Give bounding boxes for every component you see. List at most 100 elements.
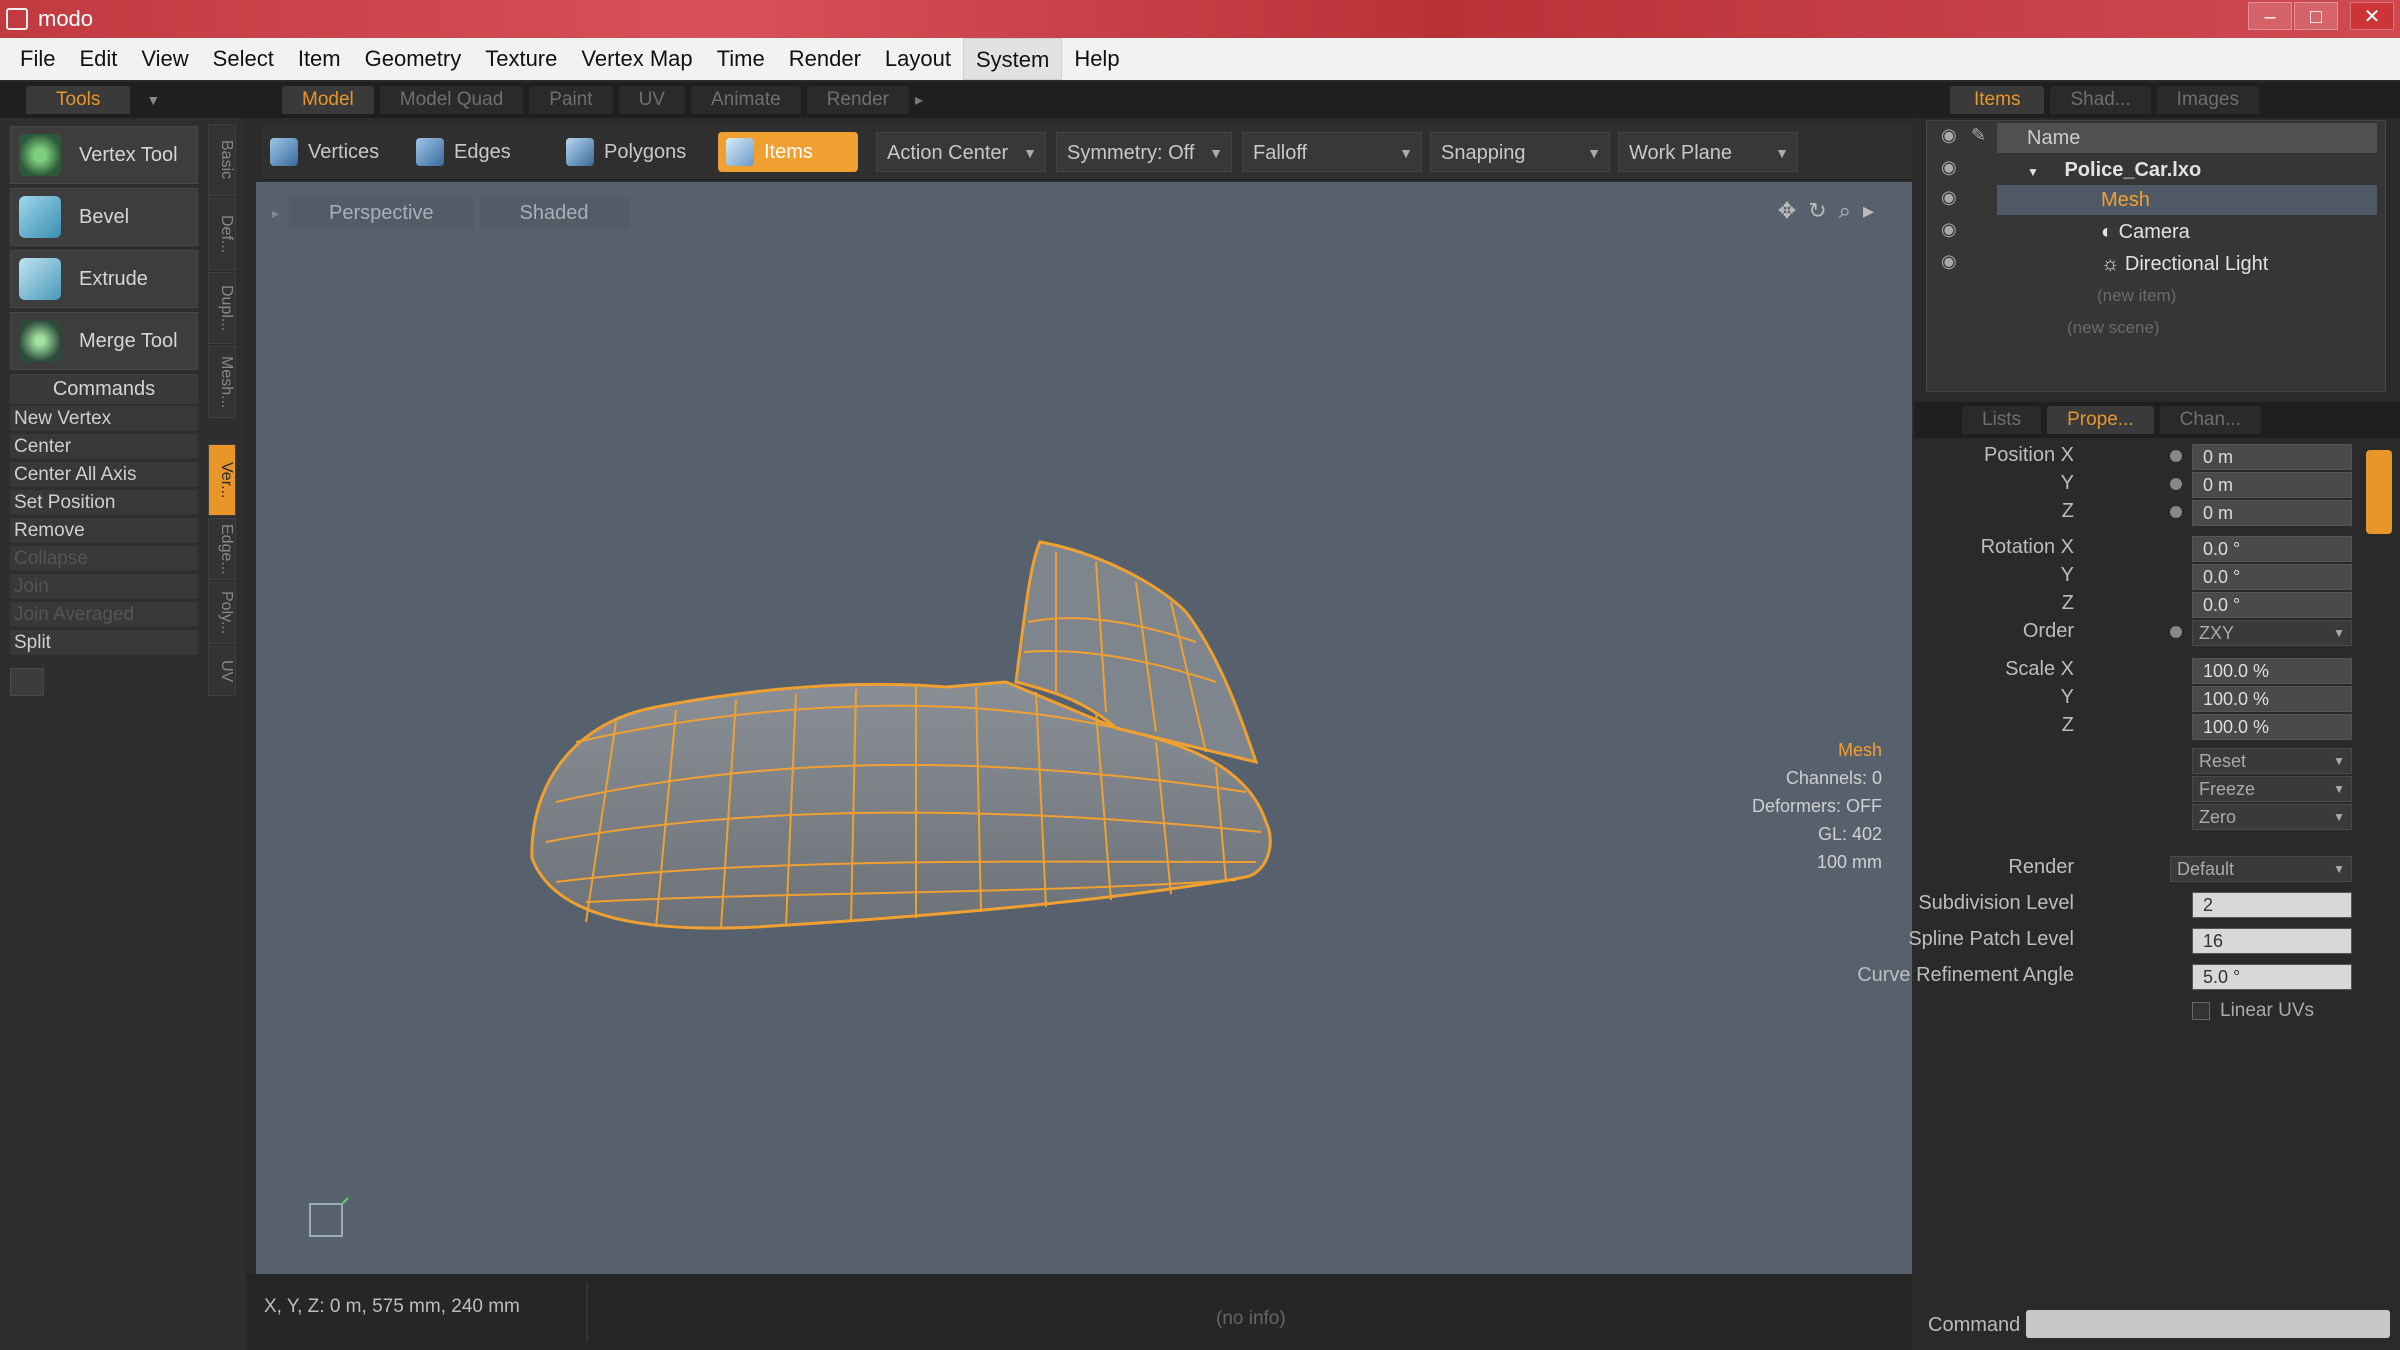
tab-items[interactable]: Items	[1950, 86, 2045, 114]
linear-uvs-checkbox[interactable]	[2192, 1002, 2210, 1020]
menu-vertex-map[interactable]: Vertex Map	[569, 38, 704, 80]
menu-help[interactable]: Help	[1062, 38, 1131, 80]
bevel-button[interactable]: Bevel	[10, 188, 198, 246]
3d-viewport[interactable]: ▸ Perspective Shaded ✥↻⌕▸ Mesh Channels:…	[256, 182, 1912, 1274]
cmd-remove[interactable]: Remove	[10, 518, 198, 544]
tab-tools[interactable]: Tools	[26, 86, 131, 114]
cmd-split[interactable]: Split	[10, 630, 198, 656]
camera-visibility-icon[interactable]: ◉	[1941, 219, 1957, 240]
side-tab-edge[interactable]: Edge...	[208, 518, 236, 580]
maximize-button[interactable]: □	[2294, 2, 2338, 30]
tab-animate[interactable]: Animate	[690, 86, 801, 114]
symmetry-dropdown[interactable]: Symmetry: Off ▼	[1056, 132, 1232, 172]
menu-layout[interactable]: Layout	[873, 38, 963, 80]
tree-new-scene[interactable]: (new scene)	[2067, 313, 2160, 343]
render-dropdown[interactable]: Default ▼	[2170, 856, 2352, 882]
tab-lists[interactable]: Lists	[1962, 406, 2042, 434]
tab-render[interactable]: Render	[806, 86, 910, 114]
name-column-header[interactable]: Name	[1997, 123, 2377, 153]
cmd-join[interactable]: Join	[10, 574, 198, 600]
cmd-collapse[interactable]: Collapse	[10, 546, 198, 572]
tree-new-item[interactable]: (new item)	[2097, 281, 2176, 311]
merge-tool-button[interactable]: Merge Tool	[10, 312, 198, 370]
cmd-center-all-axis[interactable]: Center All Axis	[10, 462, 198, 488]
menu-texture[interactable]: Texture	[473, 38, 569, 80]
freeze-dropdown[interactable]: Freeze ▼	[2192, 776, 2352, 802]
add-command-button[interactable]	[10, 668, 44, 696]
mesh-visibility-icon[interactable]: ◉	[1941, 187, 1957, 208]
cmd-center[interactable]: Center	[10, 434, 198, 460]
side-tab-uv[interactable]: UV	[208, 646, 236, 696]
rotation-x-field[interactable]: 0.0 °	[2192, 536, 2352, 562]
close-button[interactable]: ✕	[2350, 2, 2394, 30]
scale-z-field[interactable]: 100.0 %	[2192, 714, 2352, 740]
menu-system[interactable]: System	[962, 38, 1063, 80]
position-x-field[interactable]: 0 m	[2192, 444, 2352, 470]
tab-model-quad[interactable]: Model Quad	[379, 86, 524, 114]
reset-dropdown[interactable]: Reset ▼	[2192, 748, 2352, 774]
command-input[interactable]	[2026, 1310, 2390, 1338]
side-tab-polygon[interactable]: Poly...	[208, 582, 236, 644]
tree-item-scene[interactable]: ▼ Police_Car.lxo	[2027, 155, 2377, 185]
menu-render[interactable]: Render	[777, 38, 873, 80]
tree-item-camera[interactable]: ◐ Camera	[2101, 217, 2377, 247]
menu-item[interactable]: Item	[286, 38, 353, 80]
menu-time[interactable]: Time	[705, 38, 777, 80]
items-mode-button[interactable]: Items	[718, 132, 858, 172]
tree-item-light[interactable]: ☼ Directional Light	[2101, 249, 2377, 279]
curve-field[interactable]: 5.0 °	[2192, 964, 2352, 990]
tab-paint[interactable]: Paint	[529, 86, 613, 114]
extrude-button[interactable]: Extrude	[10, 250, 198, 308]
side-tab-mesh[interactable]: Mesh...	[208, 346, 236, 418]
tab-uv[interactable]: UV	[618, 86, 685, 114]
falloff-dropdown[interactable]: Falloff ▼	[1242, 132, 1422, 172]
add-tab-icon[interactable]: ▸	[915, 90, 923, 110]
menu-edit[interactable]: Edit	[67, 38, 129, 80]
cmd-join-averaged[interactable]: Join Averaged	[10, 602, 198, 628]
menu-select[interactable]: Select	[201, 38, 286, 80]
mesh-side-tab[interactable]	[2366, 450, 2392, 534]
tree-item-mesh[interactable]: Mesh	[1997, 185, 2377, 215]
menu-file[interactable]: File	[8, 38, 67, 80]
scale-x-field[interactable]: 100.0 %	[2192, 658, 2352, 684]
scale-y-field[interactable]: 100.0 %	[2192, 686, 2352, 712]
position-z-key-icon[interactable]	[2170, 506, 2182, 518]
position-z-field[interactable]: 0 m	[2192, 500, 2352, 526]
side-tab-duplicate[interactable]: Dupl...	[208, 272, 236, 344]
order-dropdown[interactable]: ZXY ▼	[2192, 620, 2352, 646]
subdivision-field[interactable]: 2	[2192, 892, 2352, 918]
tab-images[interactable]: Images	[2156, 86, 2259, 114]
rotation-y-field[interactable]: 0.0 °	[2192, 564, 2352, 590]
menu-view[interactable]: View	[129, 38, 200, 80]
cmd-set-position[interactable]: Set Position	[10, 490, 198, 516]
cmd-new-vertex[interactable]: New Vertex	[10, 406, 198, 432]
snapping-dropdown[interactable]: Snapping ▼	[1430, 132, 1610, 172]
zero-dropdown[interactable]: Zero ▼	[2192, 804, 2352, 830]
rotation-z-field[interactable]: 0.0 °	[2192, 592, 2352, 618]
position-y-key-icon[interactable]	[2170, 478, 2182, 490]
work-plane-dropdown[interactable]: Work Plane ▼	[1618, 132, 1798, 172]
minimize-button[interactable]: –	[2248, 2, 2292, 30]
menu-geometry[interactable]: Geometry	[353, 38, 474, 80]
vertices-mode-button[interactable]: Vertices	[262, 132, 398, 172]
side-tab-basic[interactable]: Basic	[208, 124, 236, 196]
polygons-mode-button[interactable]: Polygons	[558, 132, 708, 172]
side-tab-vertex[interactable]: Ver...	[208, 444, 236, 516]
light-visibility-icon[interactable]: ◉	[1941, 251, 1957, 272]
commands-header[interactable]: Commands	[10, 374, 198, 404]
chevron-down-icon[interactable]: ▼	[146, 92, 160, 108]
tab-model[interactable]: Model	[282, 86, 374, 114]
spline-field[interactable]: 16	[2192, 928, 2352, 954]
vertex-tool-button[interactable]: Vertex Tool	[10, 126, 198, 184]
side-tab-deform[interactable]: Def...	[208, 198, 236, 270]
tab-shader[interactable]: Shad...	[2050, 86, 2151, 114]
order-key-icon[interactable]	[2170, 626, 2182, 638]
mesh-wireframe[interactable]	[256, 182, 1912, 1274]
scene-visibility-icon[interactable]: ◉	[1941, 157, 1957, 178]
edges-mode-button[interactable]: Edges	[408, 132, 544, 172]
position-y-field[interactable]: 0 m	[2192, 472, 2352, 498]
tab-properties[interactable]: Prope...	[2047, 406, 2154, 434]
action-center-dropdown[interactable]: Action Center ▼	[876, 132, 1046, 172]
tab-channels[interactable]: Chan...	[2159, 406, 2261, 434]
position-x-key-icon[interactable]	[2170, 450, 2182, 462]
